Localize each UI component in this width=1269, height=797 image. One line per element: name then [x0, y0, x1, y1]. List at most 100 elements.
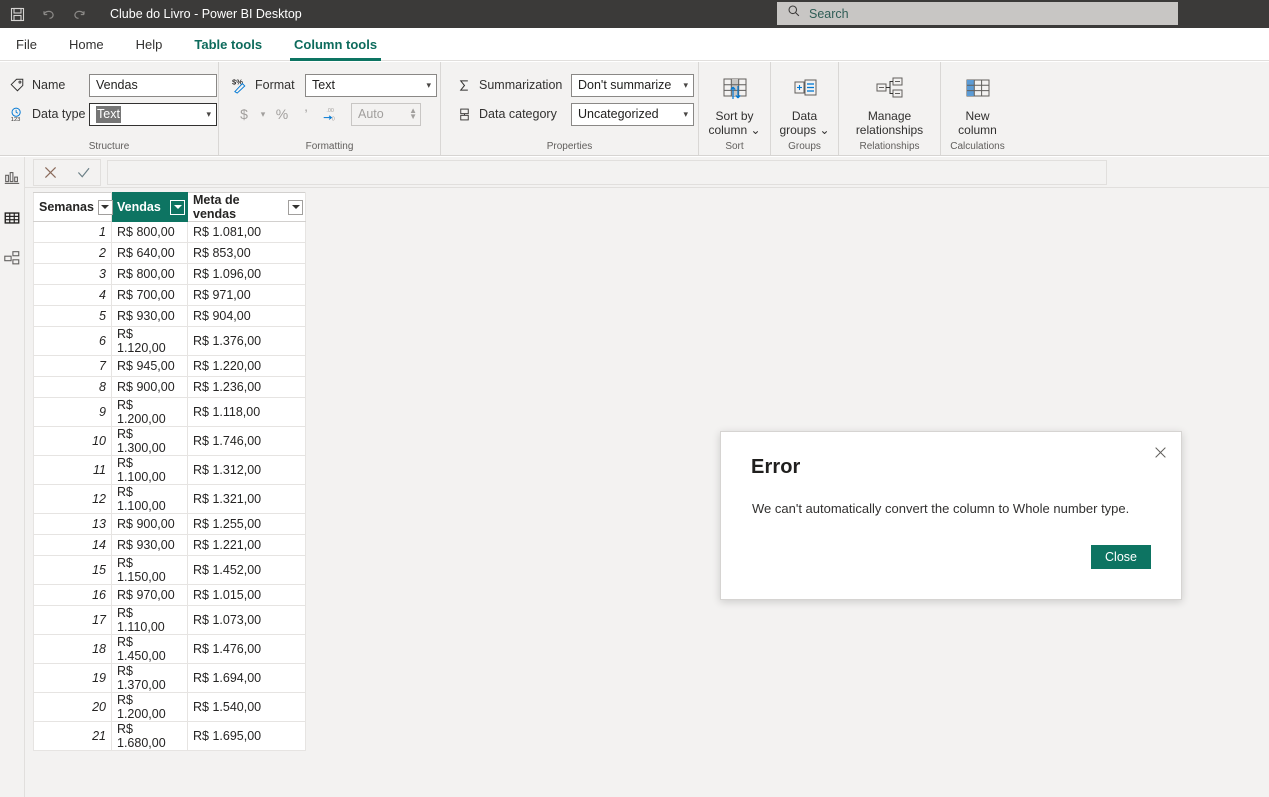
cell-vendas[interactable]: R$ 945,00 [111, 355, 188, 377]
cell-semanas[interactable]: 14 [33, 534, 112, 556]
cell-vendas[interactable]: R$ 1.450,00 [111, 634, 188, 664]
cell-vendas[interactable]: R$ 1.150,00 [111, 555, 188, 585]
new-column-button[interactable]: New column [941, 72, 1014, 137]
cell-meta[interactable]: R$ 1.236,00 [187, 376, 306, 398]
table-row[interactable]: 21 R$ 1.680,00 R$ 1.695,00 [33, 721, 306, 751]
table-row[interactable]: 2 R$ 640,00 R$ 853,00 [33, 242, 306, 264]
cell-meta[interactable]: R$ 1.312,00 [187, 455, 306, 485]
cell-vendas[interactable]: R$ 1.370,00 [111, 663, 188, 693]
cell-semanas[interactable]: 12 [33, 484, 112, 514]
cell-vendas[interactable]: R$ 800,00 [111, 221, 188, 243]
cell-semanas[interactable]: 6 [33, 326, 112, 356]
cell-semanas[interactable]: 7 [33, 355, 112, 377]
currency-format-button[interactable]: $ [233, 103, 255, 125]
filter-dropdown-icon[interactable] [288, 199, 303, 215]
column-header-semanas[interactable]: Semanas [33, 192, 113, 222]
cell-meta[interactable]: R$ 1.255,00 [187, 513, 306, 535]
cell-meta[interactable]: R$ 1.081,00 [187, 221, 306, 243]
table-row[interactable]: 18 R$ 1.450,00 R$ 1.476,00 [33, 634, 306, 664]
table-row[interactable]: 6 R$ 1.120,00 R$ 1.376,00 [33, 326, 306, 356]
sort-by-column-button[interactable]: Sort by column ⌄ [699, 72, 770, 137]
cell-semanas[interactable]: 4 [33, 284, 112, 306]
format-select[interactable]: Text ▾ [305, 73, 437, 97]
tab-help[interactable]: Help [120, 28, 179, 61]
cell-semanas[interactable]: 21 [33, 721, 112, 751]
cell-vendas[interactable]: R$ 970,00 [111, 584, 188, 606]
cell-vendas[interactable]: R$ 640,00 [111, 242, 188, 264]
cell-meta[interactable]: R$ 1.221,00 [187, 534, 306, 556]
cell-semanas[interactable]: 5 [33, 305, 112, 327]
cell-meta[interactable]: R$ 1.452,00 [187, 555, 306, 585]
cell-vendas[interactable]: R$ 1.100,00 [111, 484, 188, 514]
table-row[interactable]: 14 R$ 930,00 R$ 1.221,00 [33, 534, 306, 556]
formula-input[interactable] [107, 159, 1107, 185]
cell-vendas[interactable]: R$ 1.110,00 [111, 605, 188, 635]
cell-meta[interactable]: R$ 1.073,00 [187, 605, 306, 635]
currency-dropdown-icon[interactable]: ▾ [257, 103, 269, 125]
table-row[interactable]: 20 R$ 1.200,00 R$ 1.540,00 [33, 692, 306, 722]
cell-meta[interactable]: R$ 1.694,00 [187, 663, 306, 693]
decimal-places-stepper[interactable]: Auto ▲ ▼ [351, 102, 421, 126]
cell-semanas[interactable]: 19 [33, 663, 112, 693]
undo-icon[interactable] [40, 6, 57, 23]
cell-vendas[interactable]: R$ 930,00 [111, 305, 188, 327]
cell-semanas[interactable]: 18 [33, 634, 112, 664]
cell-meta[interactable]: R$ 971,00 [187, 284, 306, 306]
cell-vendas[interactable]: R$ 700,00 [111, 284, 188, 306]
table-row[interactable]: 12 R$ 1.100,00 R$ 1.321,00 [33, 484, 306, 514]
cell-vendas[interactable]: R$ 1.200,00 [111, 692, 188, 722]
thousands-separator-button[interactable]: ’ [295, 103, 317, 125]
tab-table-tools[interactable]: Table tools [178, 28, 278, 61]
table-row[interactable]: 8 R$ 900,00 R$ 1.236,00 [33, 376, 306, 398]
cell-meta[interactable]: R$ 1.096,00 [187, 263, 306, 285]
table-row[interactable]: 5 R$ 930,00 R$ 904,00 [33, 305, 306, 327]
cell-meta[interactable]: R$ 1.540,00 [187, 692, 306, 722]
cell-meta[interactable]: R$ 1.321,00 [187, 484, 306, 514]
cell-semanas[interactable]: 13 [33, 513, 112, 535]
tab-column-tools[interactable]: Column tools [278, 28, 393, 61]
data-groups-button[interactable]: Data groups ⌄ [771, 72, 838, 137]
column-header-meta-de-vendas[interactable]: Meta de vendas [187, 192, 306, 222]
table-row[interactable]: 17 R$ 1.110,00 R$ 1.073,00 [33, 605, 306, 635]
cell-meta[interactable]: R$ 853,00 [187, 242, 306, 264]
filter-dropdown-icon[interactable] [170, 199, 185, 215]
cell-semanas[interactable]: 15 [33, 555, 112, 585]
cell-meta[interactable]: R$ 1.015,00 [187, 584, 306, 606]
table-row[interactable]: 4 R$ 700,00 R$ 971,00 [33, 284, 306, 306]
cell-vendas[interactable]: R$ 1.680,00 [111, 721, 188, 751]
cell-vendas[interactable]: R$ 1.200,00 [111, 397, 188, 427]
manage-relationships-button[interactable]: Manage relationships [839, 72, 940, 137]
cell-semanas[interactable]: 20 [33, 692, 112, 722]
name-input[interactable]: Vendas [89, 73, 217, 97]
table-row[interactable]: 11 R$ 1.100,00 R$ 1.312,00 [33, 455, 306, 485]
dialog-close-button[interactable]: Close [1091, 545, 1151, 569]
stepper-arrows-icon[interactable]: ▲ ▼ [409, 107, 417, 121]
table-row[interactable]: 1 R$ 800,00 R$ 1.081,00 [33, 221, 306, 243]
column-header-vendas[interactable]: Vendas [111, 192, 188, 222]
cell-semanas[interactable]: 2 [33, 242, 112, 264]
cell-vendas[interactable]: R$ 1.120,00 [111, 326, 188, 356]
table-row[interactable]: 7 R$ 945,00 R$ 1.220,00 [33, 355, 306, 377]
filter-dropdown-icon[interactable] [97, 199, 113, 215]
cell-meta[interactable]: R$ 1.746,00 [187, 426, 306, 456]
table-row[interactable]: 16 R$ 970,00 R$ 1.015,00 [33, 584, 306, 606]
cell-semanas[interactable]: 3 [33, 263, 112, 285]
table-row[interactable]: 19 R$ 1.370,00 R$ 1.694,00 [33, 663, 306, 693]
cell-semanas[interactable]: 9 [33, 397, 112, 427]
cell-semanas[interactable]: 8 [33, 376, 112, 398]
cell-meta[interactable]: R$ 1.695,00 [187, 721, 306, 751]
confirm-check-icon[interactable] [67, 160, 100, 185]
datatype-select[interactable]: Text ▾ [89, 102, 217, 126]
summarization-select[interactable]: Don't summarize ▾ [571, 73, 694, 97]
table-row[interactable]: 3 R$ 800,00 R$ 1.096,00 [33, 263, 306, 285]
cell-vendas[interactable]: R$ 1.100,00 [111, 455, 188, 485]
cell-semanas[interactable]: 11 [33, 455, 112, 485]
cell-semanas[interactable]: 17 [33, 605, 112, 635]
save-icon[interactable] [9, 6, 26, 23]
cell-semanas[interactable]: 1 [33, 221, 112, 243]
cell-vendas[interactable]: R$ 900,00 [111, 376, 188, 398]
cell-semanas[interactable]: 16 [33, 584, 112, 606]
report-view-icon[interactable] [1, 167, 23, 189]
redo-icon[interactable] [71, 6, 88, 23]
data-view-icon[interactable] [1, 207, 23, 229]
